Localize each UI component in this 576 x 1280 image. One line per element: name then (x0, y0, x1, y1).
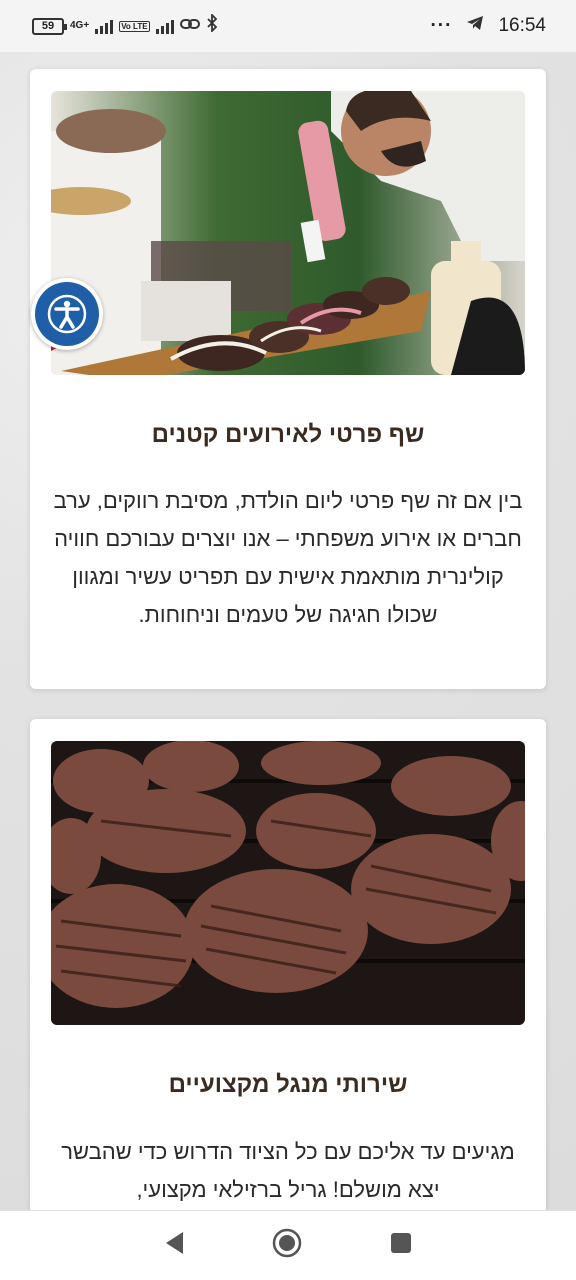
clock: 16:54 (498, 15, 546, 36)
network-type: 4G+ (70, 20, 90, 31)
recents-icon[interactable] (389, 1231, 413, 1260)
system-navigation-bar (0, 1210, 576, 1280)
card-description: בין אם זה שף פרטי ליום הולדת, מסיבת רווק… (53, 488, 523, 627)
card-title: שירותי מנגל מקצועיים (168, 1071, 408, 1098)
page-content[interactable]: שף פרטי לאירועים קטנים בין אם זה שף פרטי… (0, 52, 576, 1210)
service-card-bbq: שירותי מנגל מקצועיים מגיעים עד אליכם עם … (30, 719, 546, 1210)
service-card-private-chef: שף פרטי לאירועים קטנים בין אם זה שף פרטי… (30, 69, 546, 689)
status-right: ··· 16:54 (430, 15, 546, 37)
link-icon (179, 15, 200, 37)
battery-icon: 59 (32, 17, 67, 35)
chef-plating-photo (51, 91, 525, 375)
more-notifications-icon: ··· (430, 15, 453, 36)
bluetooth-icon (206, 12, 218, 38)
accessibility-button[interactable] (31, 278, 103, 350)
accessibility-icon (35, 282, 99, 346)
status-bar: 59 4G+ Vo LTE ··· 16:54 (0, 0, 576, 52)
home-icon[interactable] (271, 1227, 303, 1264)
volte-icon: Vo LTE (119, 20, 150, 32)
card-title: שף פרטי לאירועים קטנים (151, 421, 425, 448)
signal-icon (95, 18, 114, 34)
steaks-on-grill-photo (51, 741, 525, 1025)
back-icon[interactable] (163, 1230, 185, 1261)
telegram-icon (466, 15, 484, 37)
signal-2-icon (155, 18, 174, 34)
card-description: מגיעים עד אליכם עם כל הציוד הדרוש כדי שה… (61, 1139, 515, 1202)
status-left: 59 4G+ Vo LTE (32, 12, 218, 38)
